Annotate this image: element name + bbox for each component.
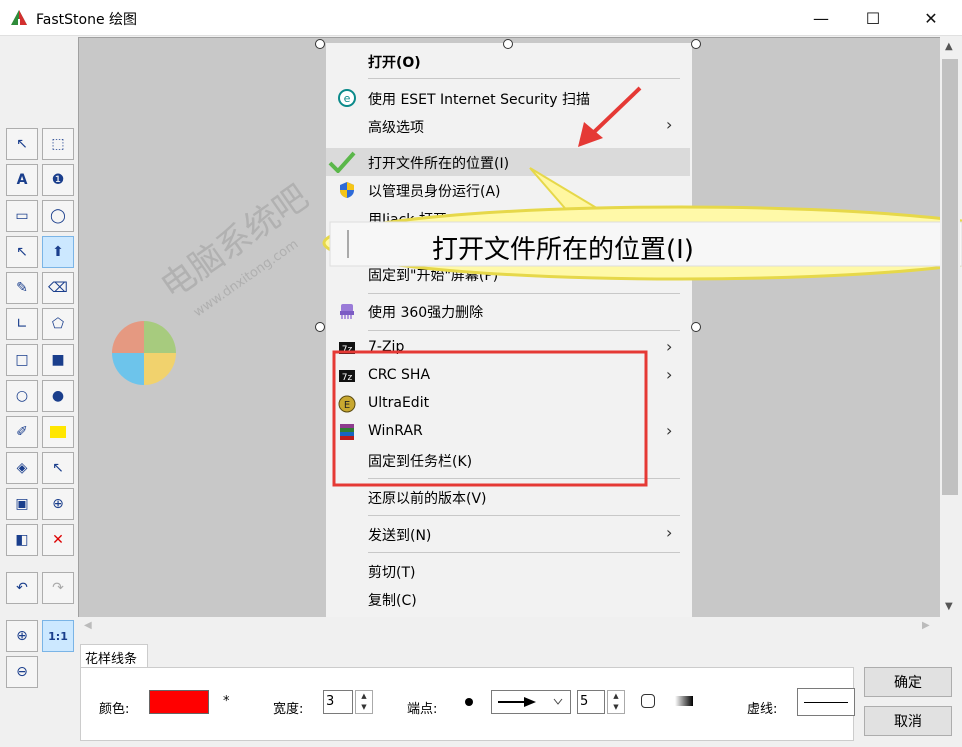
color-swatch[interactable]	[149, 690, 209, 714]
endpoint-dot-icon[interactable]	[465, 698, 473, 706]
dash-label: 虚线:	[747, 702, 778, 717]
tab-line-style[interactable]: 花样线条	[80, 644, 148, 668]
rounded-end-checkbox[interactable]	[641, 694, 655, 708]
dash-style-select[interactable]	[797, 688, 855, 716]
cancel-button[interactable]: 取消	[864, 706, 952, 736]
scroll-thumb[interactable]	[942, 59, 958, 495]
endpoint-label: 端点:	[407, 702, 438, 717]
scroll-right-icon[interactable]: ▶	[922, 620, 930, 631]
shadow-gradient-icon[interactable]	[675, 696, 693, 706]
width-label: 宽度:	[273, 702, 304, 717]
scroll-down-icon[interactable]: ▼	[945, 601, 953, 612]
color-label: 颜色:	[99, 702, 130, 717]
endpoint-size-spinner[interactable]: ▲ ▼	[607, 690, 625, 714]
red-highlight-box	[332, 350, 648, 487]
horizontal-scrollbar[interactable]: ◀ ▶	[78, 617, 940, 637]
endpoint-size-input[interactable]: 5	[577, 690, 605, 714]
line-style-panel: 颜色: * 宽度: 3 ▲ ▼ 端点: 5 ▲ ▼ 虚线:	[80, 667, 855, 741]
vertical-scrollbar[interactable]: ▲ ▼	[940, 37, 960, 617]
scroll-left-icon[interactable]: ◀	[84, 620, 92, 631]
ok-button[interactable]: 确定	[864, 667, 952, 697]
width-input[interactable]: 3	[323, 690, 353, 714]
scroll-up-icon[interactable]: ▲	[945, 41, 953, 52]
color-asterisk: *	[223, 694, 230, 709]
arrow-style-select[interactable]	[491, 690, 571, 714]
callout-text: 打开文件所在的位置(I)	[432, 235, 694, 265]
arrow-style-icon	[498, 697, 563, 707]
red-arrow-annotation	[578, 86, 642, 147]
width-spinner[interactable]: ▲ ▼	[355, 690, 373, 714]
